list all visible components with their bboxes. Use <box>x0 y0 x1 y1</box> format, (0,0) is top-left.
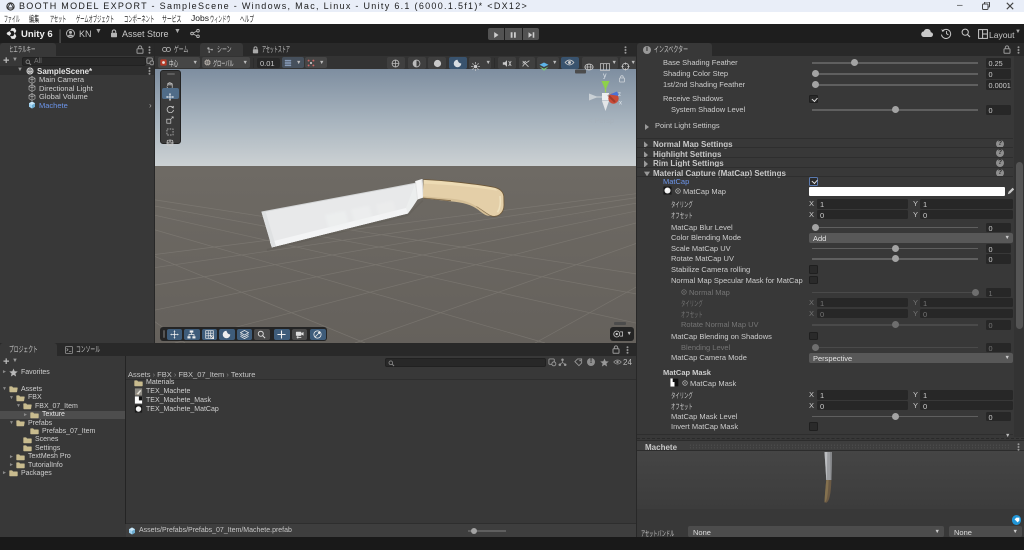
svg-text:z: z <box>618 92 621 98</box>
svg-text:x: x <box>619 101 622 107</box>
svg-text:< Persp: < Persp <box>588 116 614 125</box>
svg-text:y: y <box>603 73 607 80</box>
